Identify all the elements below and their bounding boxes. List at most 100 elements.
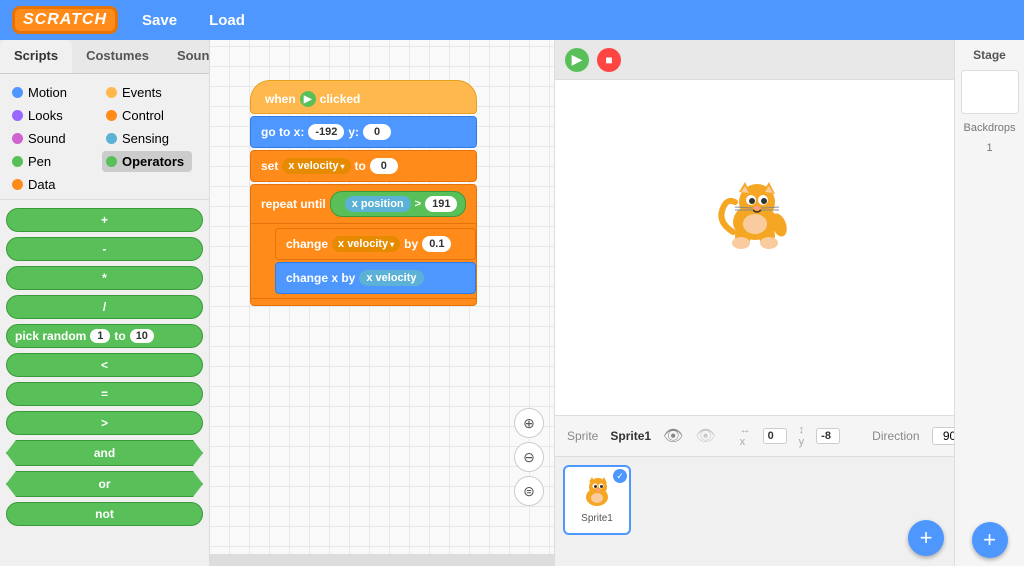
go-to-x-input[interactable]: -192 [308, 124, 344, 140]
left-panel: Scripts Costumes Sounds Motion Events Lo… [0, 40, 210, 566]
hide-eye-icon[interactable]: 👁 [695, 426, 715, 446]
greater-label: > [415, 198, 421, 210]
pick-random-to[interactable]: 10 [130, 329, 154, 343]
threshold-input[interactable]: 191 [425, 196, 457, 212]
when-flag-clicked-block[interactable]: when ▶ clicked [250, 80, 477, 114]
script-area[interactable]: when ▶ clicked go to x: -192 y: 0 set x … [210, 40, 554, 566]
change-x-var[interactable]: x velocity [359, 270, 423, 286]
stage-view[interactable] [555, 80, 954, 415]
category-pen-label: Pen [28, 154, 51, 169]
sprites-panel: ✓ Sprite1 + [555, 456, 954, 566]
block-minus[interactable]: - [6, 237, 203, 261]
change-val-input[interactable]: 0.1 [422, 236, 451, 252]
sprite-y-val[interactable]: -8 [816, 428, 840, 444]
data-dot [12, 179, 23, 190]
category-control-label: Control [122, 108, 164, 123]
change-by-label: by [404, 237, 418, 251]
variable-dropdown[interactable]: x velocity ▾ [282, 158, 350, 174]
and-label: and [94, 446, 115, 460]
category-events[interactable]: Events [102, 82, 192, 103]
block-multiply[interactable]: * [6, 266, 203, 290]
category-looks[interactable]: Looks [8, 105, 98, 126]
pen-dot [12, 156, 23, 167]
set-to-label: to [355, 159, 366, 173]
category-looks-label: Looks [28, 108, 63, 123]
events-dot [106, 87, 117, 98]
tab-scripts[interactable]: Scripts [0, 40, 72, 73]
sprite-label-text: Sprite [567, 429, 598, 443]
right-panel: ▶ ■ [554, 40, 954, 566]
flag-icon: ▶ [300, 91, 316, 107]
load-button[interactable]: Load [201, 8, 253, 33]
add-backdrop-button[interactable]: + [972, 522, 1008, 558]
repeat-until-top[interactable]: repeat until x position > 191 [250, 184, 477, 224]
cat-sprite [715, 180, 795, 250]
category-motion[interactable]: Motion [8, 82, 98, 103]
green-flag-button[interactable]: ▶ [565, 48, 589, 72]
condition-block[interactable]: x position > 191 [330, 191, 467, 217]
go-to-xy-block[interactable]: go to x: -192 y: 0 [250, 116, 477, 148]
zoom-in-button[interactable]: ⊕ [514, 408, 544, 438]
change-x-by-label: change x by [286, 271, 355, 285]
sprite-info-bar: Sprite Sprite1 👁 👁 ↔ x 0 ↕ y -8 Directio… [555, 415, 954, 456]
category-events-label: Events [122, 85, 162, 100]
stage-label-text: Stage [973, 48, 1006, 62]
block-divide[interactable]: / [6, 295, 203, 319]
block-and[interactable]: and [6, 440, 203, 466]
zoom-reset-button[interactable]: ⊜ [514, 476, 544, 506]
block-not[interactable]: not [6, 502, 203, 526]
backdrops-label: Backdrops [964, 122, 1016, 134]
save-button[interactable]: Save [134, 8, 185, 33]
or-label: or [99, 477, 111, 491]
repeat-until-label: repeat until [261, 197, 326, 211]
category-sound-label: Sound [28, 131, 66, 146]
pick-random-from[interactable]: 1 [90, 329, 110, 343]
stop-button[interactable]: ■ [597, 48, 621, 72]
c-block-body: change x velocity ▾ by 0.1 change x by x… [250, 224, 477, 298]
category-operators[interactable]: Operators [102, 151, 192, 172]
topbar: SCRATCH Save Load [0, 0, 1024, 40]
set-variable-block[interactable]: set x velocity ▾ to 0 [250, 150, 477, 182]
x-position-input[interactable]: x position [345, 196, 411, 212]
category-data[interactable]: Data [8, 174, 203, 195]
block-equals[interactable]: = [6, 382, 203, 406]
category-motion-label: Motion [28, 85, 67, 100]
set-label: set [261, 159, 278, 173]
zoom-out-button[interactable]: ⊖ [514, 442, 544, 472]
category-control[interactable]: Control [102, 105, 192, 126]
sprite-x-val[interactable]: 0 [763, 428, 787, 444]
set-to-input[interactable]: 0 [370, 158, 398, 174]
scratch-logo[interactable]: SCRATCH [12, 6, 118, 34]
sprite-thumb-sprite1[interactable]: ✓ Sprite1 [563, 465, 631, 535]
go-to-y-input[interactable]: 0 [363, 124, 391, 140]
category-sound[interactable]: Sound [8, 128, 98, 149]
block-greater-than[interactable]: > [6, 411, 203, 435]
tab-costumes[interactable]: Costumes [72, 40, 163, 73]
stage-thumbnail[interactable] [961, 70, 1019, 114]
category-list: Motion Events Looks Control Sound Sensin… [0, 74, 209, 200]
category-pen[interactable]: Pen [8, 151, 98, 172]
category-sensing[interactable]: Sensing [102, 128, 192, 149]
add-sprite-button[interactable]: + [908, 520, 944, 556]
stage-side-panel: Stage Backdrops 1 + [954, 40, 1024, 566]
block-less-than[interactable]: < [6, 353, 203, 377]
blocks-palette: + - * / pick random 1 to 10 < [0, 200, 209, 566]
change-label: change [286, 237, 328, 251]
script-stack: when ▶ clicked go to x: -192 y: 0 set x … [250, 80, 477, 306]
change-variable-block[interactable]: change x velocity ▾ by 0.1 [275, 228, 476, 260]
greater-than-label: > [101, 416, 108, 430]
tabs-bar: Scripts Costumes Sounds [0, 40, 209, 74]
change-var-dropdown[interactable]: x velocity ▾ [332, 236, 400, 252]
sprite-selected-check: ✓ [613, 469, 627, 483]
control-dot [106, 110, 117, 121]
show-eye-icon[interactable]: 👁 [663, 426, 683, 446]
block-or[interactable]: or [6, 471, 203, 497]
repeat-until-block[interactable]: repeat until x position > 191 change [250, 184, 477, 306]
not-label: not [95, 507, 114, 521]
sound-dot [12, 133, 23, 144]
block-plus[interactable]: + [6, 208, 203, 232]
pick-random-label: pick random [15, 329, 86, 343]
change-x-by-block[interactable]: change x by x velocity [275, 262, 476, 294]
script-horizontal-scrollbar[interactable] [210, 554, 554, 566]
block-pick-random[interactable]: pick random 1 to 10 [6, 324, 203, 348]
